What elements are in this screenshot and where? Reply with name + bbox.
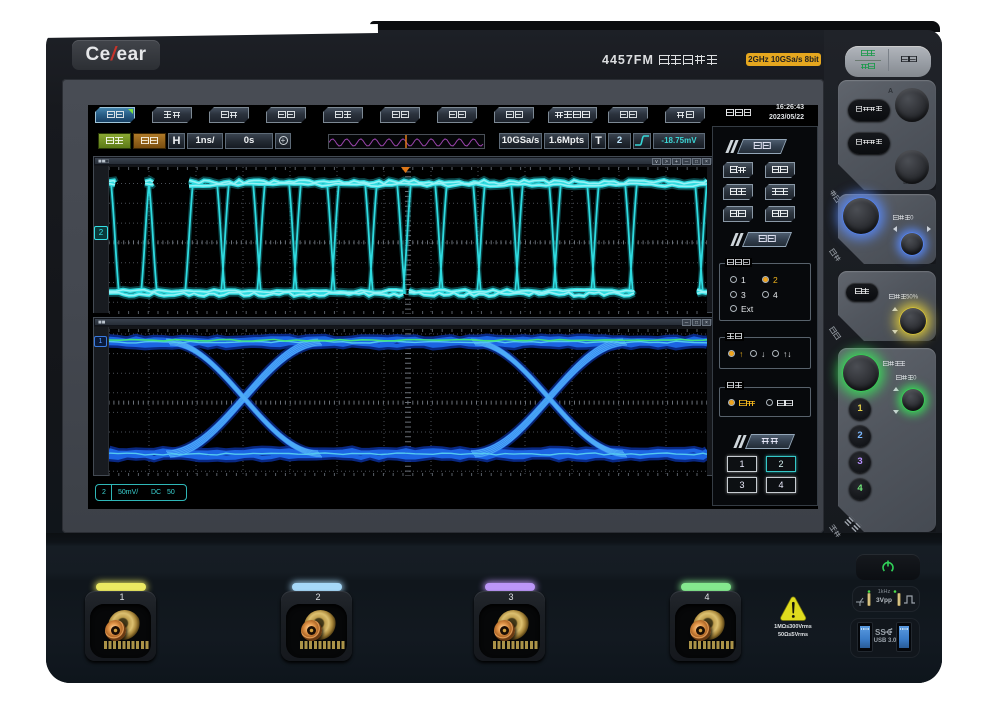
svg-text:SS: SS	[875, 628, 886, 637]
